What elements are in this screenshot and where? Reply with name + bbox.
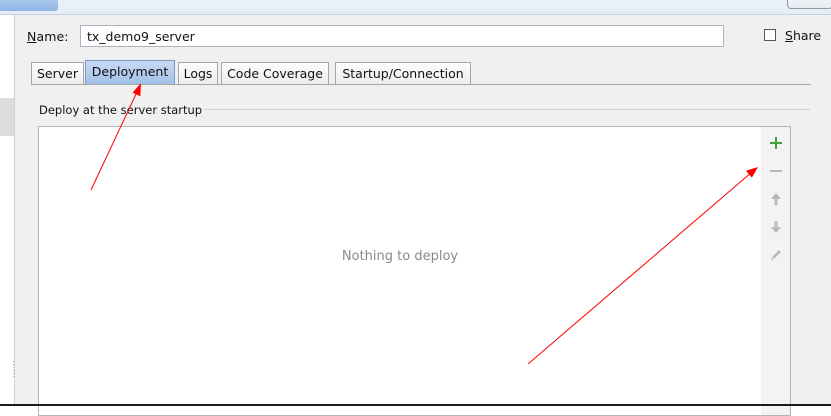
name-label: Name: bbox=[27, 29, 69, 44]
empty-list-text: Nothing to deploy bbox=[341, 249, 459, 264]
deployment-list[interactable]: Nothing to deploy bbox=[38, 126, 762, 416]
selected-tree-row[interactable] bbox=[0, 98, 14, 136]
selected-item-edge bbox=[0, 0, 58, 11]
minus-icon bbox=[769, 164, 783, 178]
share-label[interactable]: Share bbox=[785, 28, 821, 43]
arrow-up-icon bbox=[770, 192, 782, 206]
tab-logs[interactable]: Logs bbox=[178, 62, 218, 85]
move-up-button[interactable] bbox=[761, 187, 790, 211]
edit-button[interactable] bbox=[761, 243, 790, 267]
remove-button[interactable] bbox=[761, 159, 790, 183]
tab-baseline bbox=[31, 84, 811, 85]
section-title: Deploy at the server startup bbox=[39, 103, 203, 117]
section-divider bbox=[204, 109, 810, 110]
pencil-icon bbox=[769, 248, 783, 262]
plus-icon bbox=[769, 136, 783, 150]
name-field[interactable] bbox=[80, 25, 724, 47]
tab-startup-connection[interactable]: Startup/Connection bbox=[335, 62, 471, 85]
tab-code-coverage[interactable]: Code Coverage bbox=[221, 62, 329, 85]
arrow-down-icon bbox=[770, 220, 782, 234]
top-button-edge[interactable] bbox=[787, 0, 831, 9]
tab-deployment[interactable]: Deployment bbox=[85, 60, 175, 85]
share-checkbox[interactable] bbox=[764, 29, 776, 41]
move-down-button[interactable] bbox=[761, 215, 790, 239]
tab-server[interactable]: Server bbox=[31, 62, 84, 85]
add-button[interactable] bbox=[761, 131, 790, 155]
deployment-toolbar bbox=[761, 126, 791, 416]
configurations-tree-panel[interactable] bbox=[0, 15, 16, 406]
window-top-strip bbox=[0, 0, 831, 15]
